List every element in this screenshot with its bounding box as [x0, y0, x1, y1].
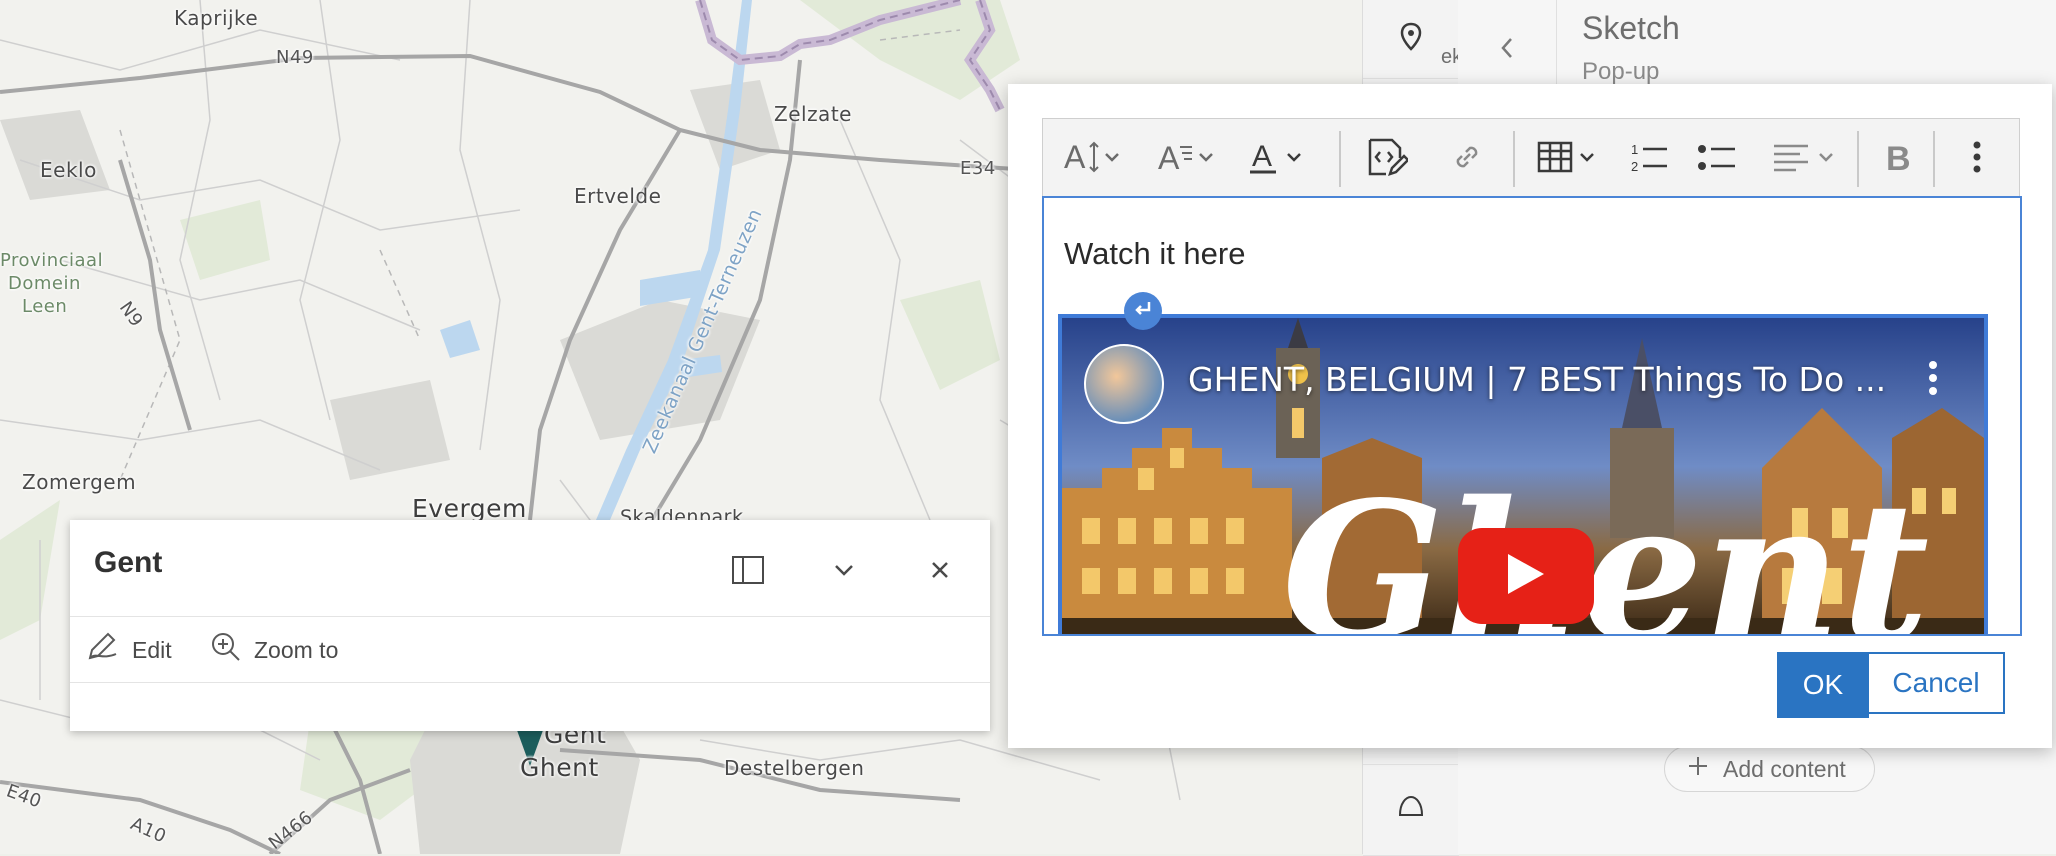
place-label: Destelbergen: [724, 756, 865, 780]
svg-text:A: A: [1158, 140, 1180, 176]
edit-action-label: Edit: [132, 636, 172, 663]
panel-header: Sketch Pop-up: [1458, 0, 2056, 100]
link-button[interactable]: [1435, 119, 1499, 199]
video-title[interactable]: GHENT, BELGIUM | 7 BEST Things To Do ...: [1188, 360, 1886, 399]
dock-popup-button[interactable]: [730, 554, 766, 590]
place-label: Ghent: [520, 753, 599, 782]
panel-subtitle: Pop-up: [1582, 58, 1660, 85]
heading-button[interactable]: A: [1147, 119, 1227, 199]
park-label: Leen: [22, 296, 68, 317]
svg-text:A: A: [1252, 140, 1272, 173]
zoom-to-action[interactable]: Zoom to: [210, 632, 338, 668]
ok-button[interactable]: OK: [1777, 652, 1869, 718]
panel-title: Sketch: [1582, 10, 1680, 46]
toolbar-separator: [1933, 131, 1935, 187]
svg-text:2: 2: [1631, 159, 1638, 174]
text-editor-dialog: A A A 1 2 B Watch it here Ghent GHENT, B…: [1008, 84, 2052, 748]
more-options-button[interactable]: [1947, 119, 2007, 199]
numbered-list-icon: 12: [1629, 140, 1669, 179]
svg-text:B: B: [1886, 140, 1911, 174]
zoom-to-icon: [210, 631, 242, 669]
place-label: Ertvelde: [574, 184, 662, 208]
edit-action[interactable]: Edit: [86, 632, 172, 668]
table-button[interactable]: [1527, 119, 1611, 199]
dock-icon: [731, 555, 765, 590]
embed-return-badge[interactable]: [1124, 292, 1162, 330]
road-label: N49: [276, 47, 314, 68]
divider: [70, 616, 990, 617]
embedded-video[interactable]: Ghent GHENT, BELGIUM | 7 BEST Things To …: [1058, 314, 1988, 636]
heading-icon: A: [1156, 137, 1218, 182]
popup-title: Gent: [94, 546, 163, 579]
svg-text:1: 1: [1631, 142, 1638, 157]
pencil-icon: [86, 632, 120, 668]
return-arrow-icon: [1133, 300, 1153, 323]
source-code-icon: [1366, 138, 1410, 181]
editor-toolbar: A A A 1 2 B: [1042, 118, 2020, 200]
collapse-popup-button[interactable]: [826, 554, 862, 590]
toolbar-separator: [1339, 131, 1341, 187]
align-left-icon: [1772, 140, 1840, 179]
place-label: Evergem: [412, 494, 527, 523]
table-icon: [1537, 139, 1601, 180]
font-color-button[interactable]: A: [1239, 119, 1319, 199]
font-color-icon: A: [1248, 137, 1310, 182]
close-icon: [930, 560, 950, 585]
place-label: Zelzate: [774, 102, 852, 126]
font-size-icon: A: [1062, 137, 1124, 182]
add-content-button[interactable]: Add content: [1664, 746, 1875, 792]
link-icon: [1450, 140, 1484, 179]
close-popup-button[interactable]: [922, 554, 958, 590]
more-vertical-icon: [1972, 140, 1982, 179]
lasso-icon: [1396, 793, 1426, 828]
place-label: Eeklo: [40, 158, 97, 182]
road-label: E34: [960, 158, 996, 179]
divider: [70, 682, 990, 683]
channel-avatar[interactable]: [1084, 344, 1164, 424]
shape-tool-button[interactable]: [1363, 764, 1459, 856]
bold-icon: B: [1884, 140, 1914, 179]
font-size-button[interactable]: A: [1053, 119, 1133, 199]
map-pin-icon: [1400, 22, 1422, 57]
align-button[interactable]: [1761, 119, 1851, 199]
toolbar-separator: [1513, 131, 1515, 187]
feature-popup: Gent Edit Zoom to: [70, 520, 990, 731]
zoom-to-action-label: Zoom to: [254, 636, 339, 663]
toolbar-separator: [1857, 131, 1859, 187]
source-code-button[interactable]: [1355, 119, 1419, 199]
more-vertical-icon: [1928, 360, 1938, 401]
add-content-label: Add content: [1723, 755, 1846, 782]
chevron-left-icon: [1499, 36, 1515, 65]
editor-paragraph[interactable]: Watch it here: [1064, 236, 1245, 272]
bold-button[interactable]: B: [1869, 119, 1929, 199]
place-label: Kaprijke: [174, 6, 259, 30]
numbered-list-button[interactable]: 12: [1619, 119, 1679, 199]
plus-icon: [1687, 755, 1709, 783]
rich-text-area[interactable]: Watch it here Ghent GHENT, BELGIUM | 7 B…: [1042, 196, 2022, 636]
video-overlay-text: Ghent: [1282, 460, 1929, 636]
cancel-button[interactable]: Cancel: [1869, 652, 2005, 714]
play-icon: [1506, 552, 1546, 601]
svg-text:A: A: [1064, 139, 1086, 175]
video-play-button[interactable]: [1458, 528, 1594, 624]
place-label: Zomergem: [22, 470, 137, 494]
park-label: Domein: [8, 273, 81, 294]
bullet-list-button[interactable]: [1687, 119, 1747, 199]
bullet-list-icon: [1697, 140, 1737, 179]
video-menu-button[interactable]: [1918, 360, 1948, 400]
park-label: Provinciaal: [0, 250, 104, 271]
chevron-down-icon: [833, 563, 855, 582]
